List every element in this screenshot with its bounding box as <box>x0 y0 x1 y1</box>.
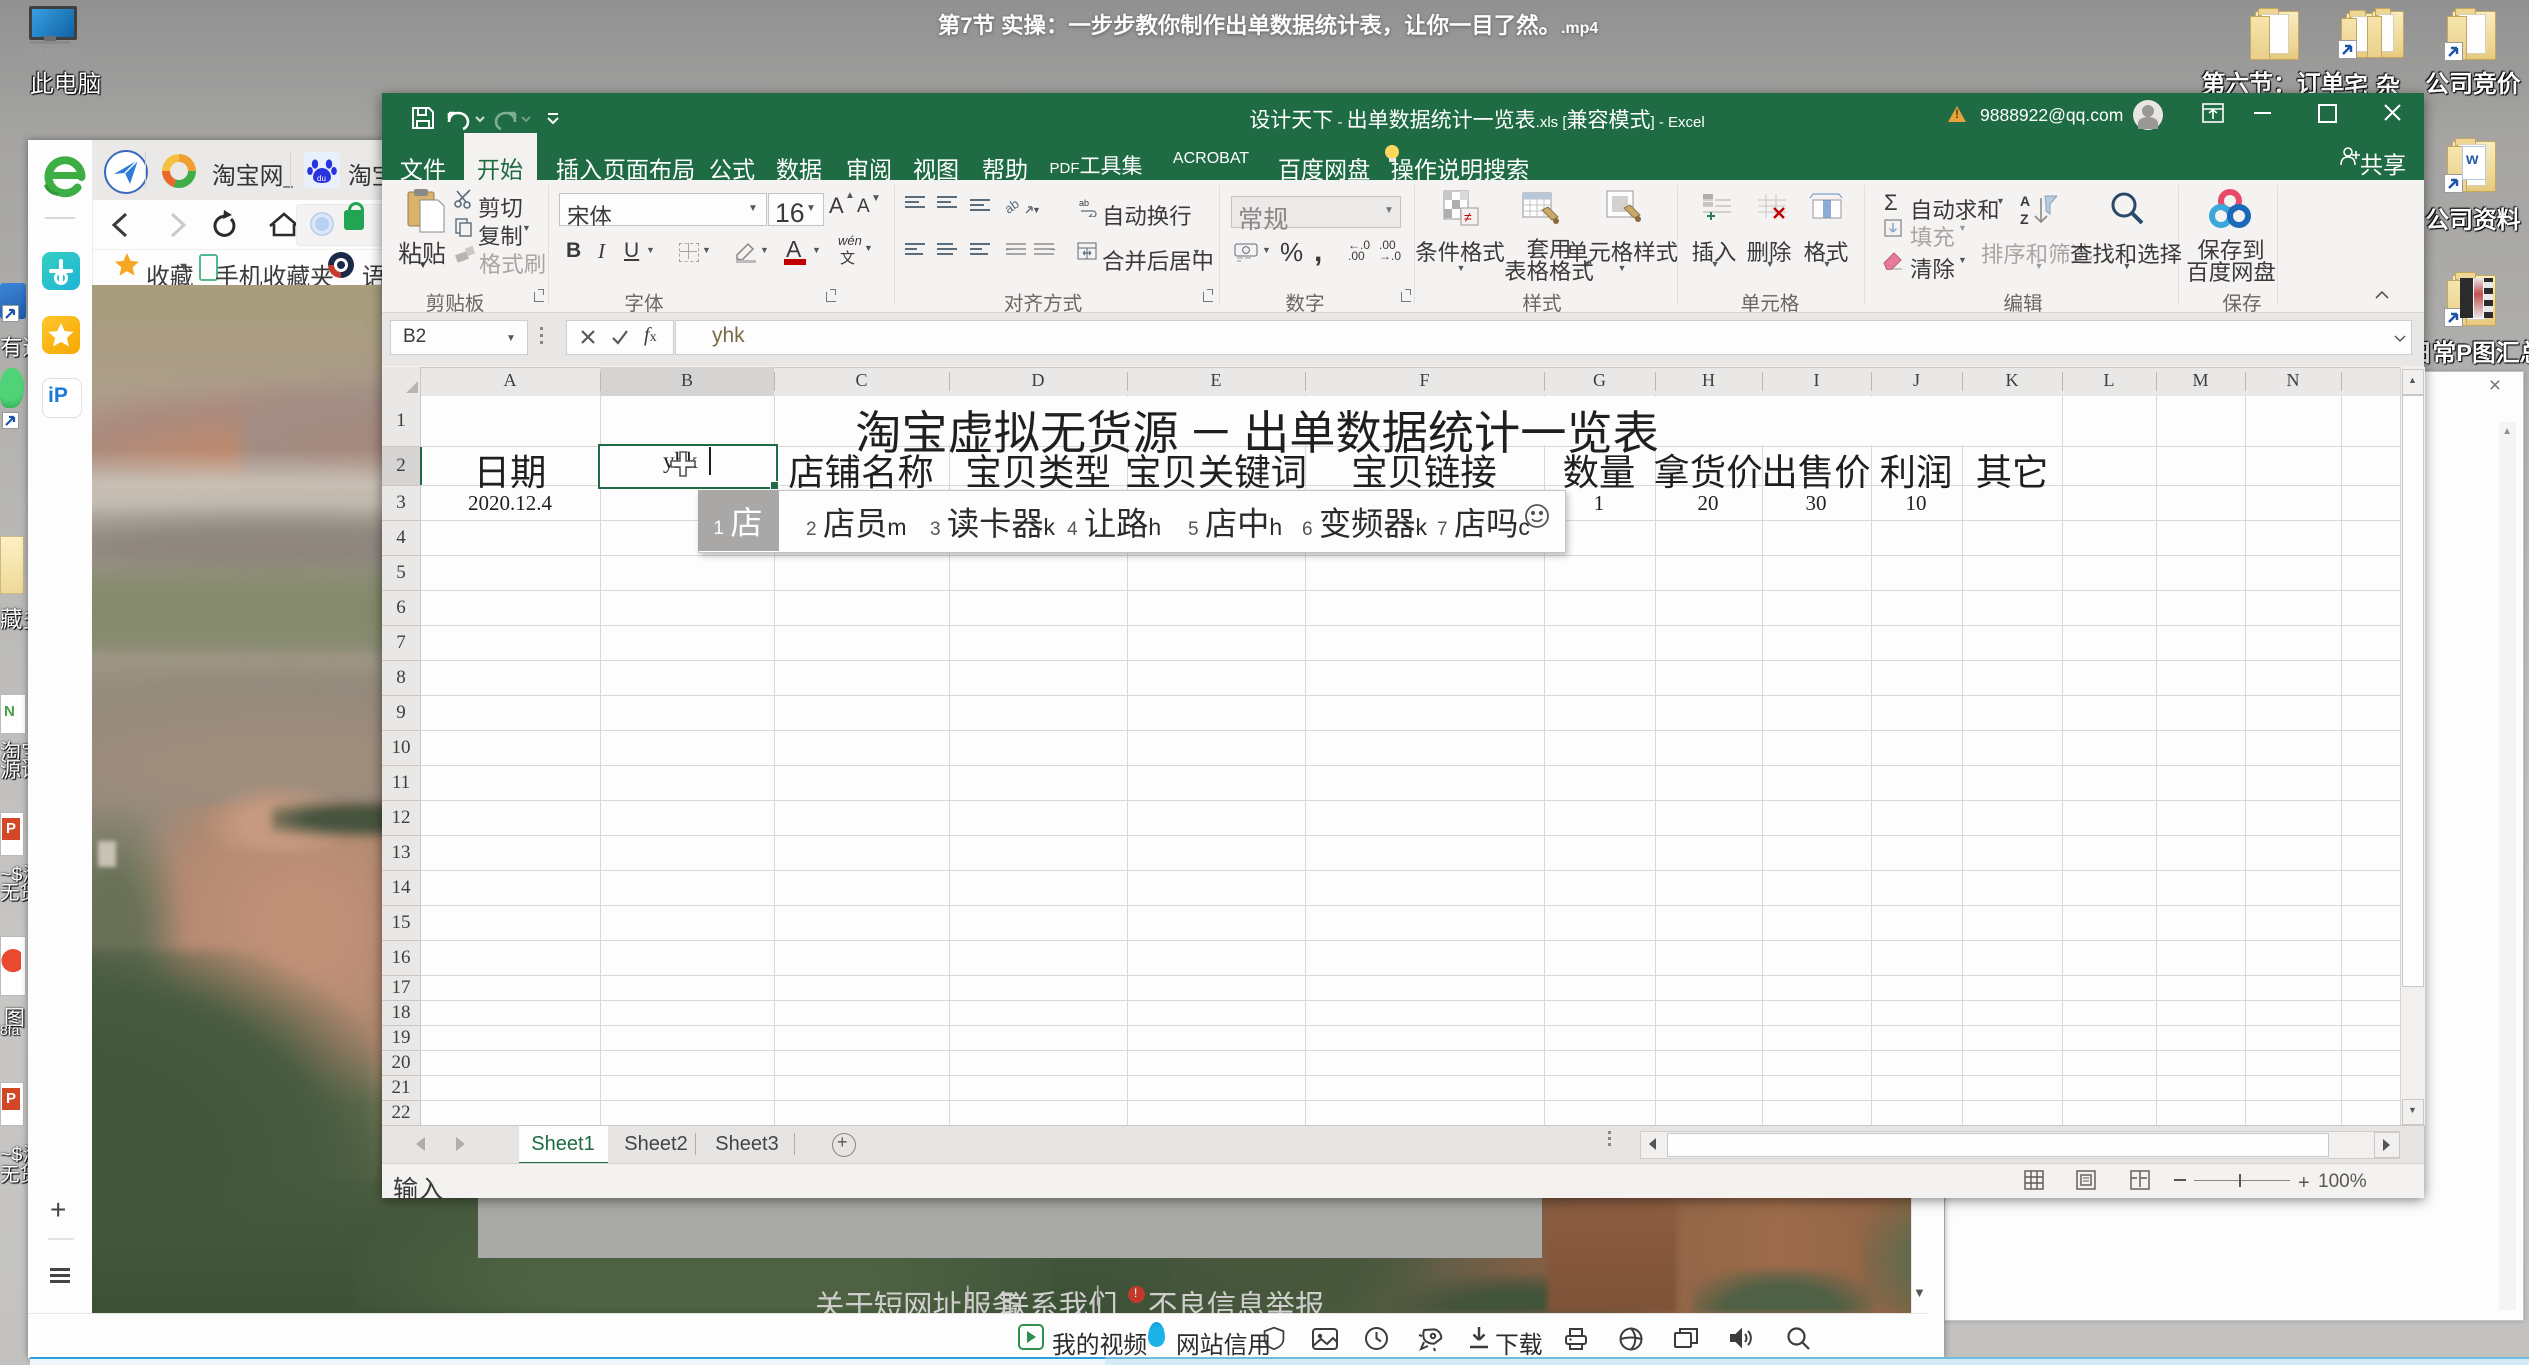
svg-text:du: du <box>317 174 326 183</box>
svg-text:≠: ≠ <box>1464 209 1472 225</box>
svg-text:Z: Z <box>2020 211 2029 227</box>
svg-text:ab: ab <box>1079 198 1089 208</box>
svg-text:A: A <box>2020 193 2030 209</box>
svg-text:ab: ab <box>1006 197 1022 217</box>
